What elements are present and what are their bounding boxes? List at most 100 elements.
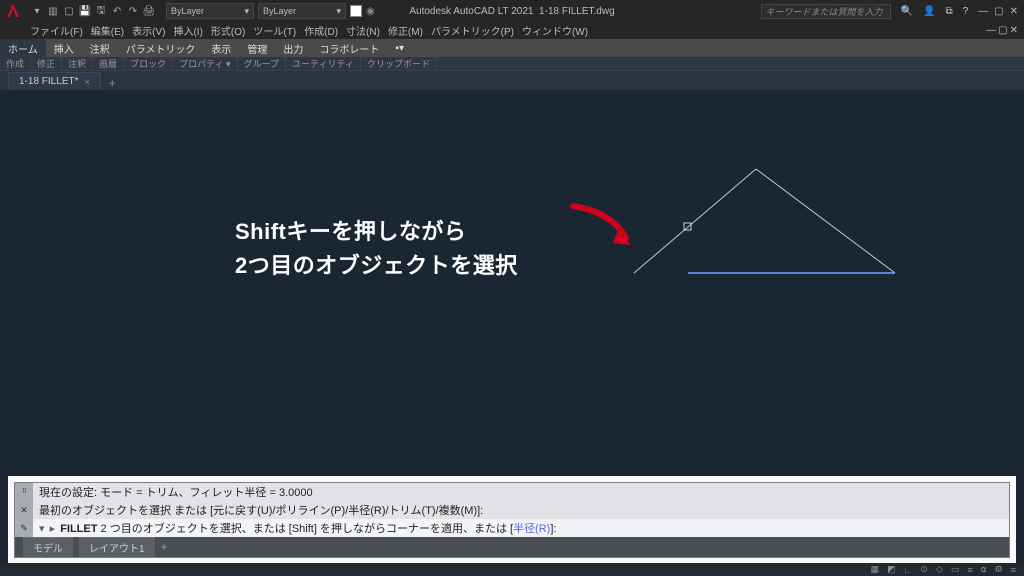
status-gear-icon[interactable]: ⚙ bbox=[995, 564, 1003, 575]
command-prompt-text: 2 つ目のオブジェクトを選択、または [Shift] を押しながらコーナーを適用… bbox=[101, 523, 514, 535]
plot-icon[interactable]: 🖨 bbox=[142, 4, 156, 18]
tab-output[interactable]: 出力 bbox=[275, 39, 311, 57]
menu-file[interactable]: ファイル(F) bbox=[30, 23, 83, 38]
tab-add[interactable]: + bbox=[161, 540, 168, 554]
tab-layout1[interactable]: レイアウト1 bbox=[79, 537, 155, 557]
prompt-chevron-icon: ▾ bbox=[39, 523, 47, 535]
filetab-active[interactable]: 1-18 FILLET* × bbox=[8, 72, 101, 90]
menubar: ファイル(F) 編集(E) 表示(V) 挿入(I) 形式(O) ツール(T) 作… bbox=[0, 22, 1024, 39]
command-prompt[interactable]: ▾ ▸ FILLET 2 つ目のオブジェクトを選択、または [Shift] を押… bbox=[33, 519, 1009, 537]
status-snap-icon[interactable]: ◩ bbox=[887, 564, 896, 575]
tab-collaborate[interactable]: コラボレート bbox=[311, 39, 387, 57]
tab-view[interactable]: 表示 bbox=[203, 39, 239, 57]
menu-modify[interactable]: 修正(M) bbox=[388, 23, 423, 38]
filetab-close-icon[interactable]: × bbox=[84, 77, 89, 87]
command-window: ⠿ 現在の設定: モード = トリム、フィレット半径 = 3.0000 ✕ 最初… bbox=[8, 476, 1016, 564]
search-placeholder: キーワードまたは質問を入力 bbox=[766, 7, 883, 17]
status-polar-icon[interactable]: ⊙ bbox=[920, 564, 928, 575]
tab-parametric[interactable]: パラメトリック bbox=[118, 39, 204, 57]
help-icon[interactable]: ? bbox=[963, 6, 969, 17]
menu-dimension[interactable]: 寸法(N) bbox=[346, 23, 380, 38]
minimize-icon[interactable]: — bbox=[978, 6, 988, 17]
chevron-down-icon: ▾ bbox=[336, 6, 341, 17]
menu-insert[interactable]: 挿入(I) bbox=[173, 23, 202, 38]
command-option[interactable]: 半径(R) bbox=[513, 523, 550, 535]
doc-maximize-icon[interactable]: ▢ bbox=[998, 25, 1007, 36]
app-logo[interactable] bbox=[0, 0, 26, 22]
status-osnap-icon[interactable]: ◇ bbox=[936, 564, 943, 575]
color-swatch[interactable] bbox=[350, 5, 362, 17]
menu-window[interactable]: ウィンドウ(W) bbox=[522, 23, 588, 38]
status-menu-icon[interactable]: ≡ bbox=[1011, 565, 1016, 575]
panel-annotate[interactable]: 注釈 bbox=[68, 57, 93, 70]
status-ortho-icon[interactable]: ∟ bbox=[904, 565, 913, 575]
menu-icon[interactable]: ▾ bbox=[30, 4, 44, 18]
menu-tools[interactable]: ツール(T) bbox=[253, 23, 296, 38]
status-grid-icon[interactable]: ▦ bbox=[871, 564, 880, 575]
ribbon-tabs: ホーム 挿入 注釈 パラメトリック 表示 管理 出力 コラボレート ▪▾ bbox=[0, 39, 1024, 57]
tab-model[interactable]: モデル bbox=[23, 537, 73, 557]
panel-layers[interactable]: 画層 bbox=[99, 57, 124, 70]
tab-more[interactable]: ▪▾ bbox=[387, 39, 412, 57]
command-name: FILLET bbox=[60, 523, 97, 535]
menu-parametric[interactable]: パラメトリック(P) bbox=[431, 23, 514, 38]
tab-insert[interactable]: 挿入 bbox=[46, 39, 82, 57]
menu-edit[interactable]: 編集(E) bbox=[91, 23, 124, 38]
search-input[interactable]: キーワードまたは質問を入力 bbox=[761, 4, 891, 19]
status-lwt-icon[interactable]: ≡ bbox=[967, 565, 972, 575]
status-bar: ▦ ◩ ∟ ⊙ ◇ ▭ ≡ ⍺ ⚙ ≡ bbox=[0, 563, 1024, 576]
menu-draw[interactable]: 作成(D) bbox=[304, 23, 338, 38]
chevron-down-icon: ▾ bbox=[244, 6, 249, 17]
instruction-line2: 2つ目のオブジェクトを選択 bbox=[235, 249, 518, 283]
drawing-geometry[interactable] bbox=[600, 165, 920, 295]
panel-modify[interactable]: 修正 bbox=[37, 57, 62, 70]
status-annoscale-icon[interactable]: ⍺ bbox=[981, 564, 987, 575]
menu-view[interactable]: 表示(V) bbox=[132, 23, 165, 38]
layer-control: ByLayer ▾ ByLayer ▾ ◉ bbox=[166, 3, 375, 19]
panel-groups[interactable]: グループ bbox=[244, 57, 286, 70]
panel-draw[interactable]: 作成 bbox=[6, 57, 31, 70]
share-icon[interactable]: ⧉ bbox=[945, 6, 952, 17]
close-icon[interactable]: ✕ bbox=[1010, 6, 1018, 17]
command-history-line: 最初のオブジェクトを選択 または [元に戻す(U)/ポリライン(P)/半径(R)… bbox=[33, 501, 1009, 519]
tab-home[interactable]: ホーム bbox=[0, 39, 46, 57]
saveas-icon[interactable]: 🖫 bbox=[94, 4, 108, 18]
menu-format[interactable]: 形式(O) bbox=[211, 23, 245, 38]
filetab-add[interactable]: + bbox=[101, 76, 124, 90]
ribbon-panels: 作成 修正 注釈 画層 ブロック プロパティ ▾ グループ ユーティリティ クリ… bbox=[0, 57, 1024, 71]
layer-dropdown[interactable]: ByLayer ▾ bbox=[166, 3, 254, 19]
redo-icon[interactable]: ↷ bbox=[126, 4, 140, 18]
panel-utilities[interactable]: ユーティリティ bbox=[292, 57, 361, 70]
customize-icon[interactable]: ✎ bbox=[20, 523, 28, 534]
layout-tabs: モデル レイアウト1 + bbox=[15, 537, 1009, 557]
undo-icon[interactable]: ↶ bbox=[110, 4, 124, 18]
instruction-overlay: Shiftキーを押しながら 2つ目のオブジェクトを選択 bbox=[235, 215, 518, 283]
maximize-icon[interactable]: ▢ bbox=[994, 6, 1003, 17]
doc-minimize-icon[interactable]: — bbox=[986, 25, 996, 36]
layer-current: ByLayer bbox=[171, 6, 204, 16]
linetype-dropdown[interactable]: ByLayer ▾ bbox=[258, 3, 346, 19]
filetabs: 1-18 FILLET* × + bbox=[0, 71, 1024, 90]
panel-properties[interactable]: プロパティ ▾ bbox=[179, 57, 237, 70]
panel-clipboard[interactable]: クリップボード bbox=[367, 57, 437, 70]
color-wheel-icon[interactable]: ◉ bbox=[366, 6, 375, 17]
filetab-name: 1-18 FILLET* bbox=[19, 76, 78, 87]
panel-block[interactable]: ブロック bbox=[130, 57, 173, 70]
doc-close-icon[interactable]: ✕ bbox=[1010, 25, 1018, 36]
close-icon[interactable]: ✕ bbox=[20, 505, 28, 516]
titlebar: ▾ ▥ ▢ 💾 🖫 ↶ ↷ 🖨 ByLayer ▾ ByLayer ▾ ◉ Au… bbox=[0, 0, 1024, 22]
signin-icon[interactable]: 👤 bbox=[923, 6, 935, 17]
prompt-caret-icon: ▸ bbox=[50, 523, 58, 535]
save-icon[interactable]: 💾 bbox=[78, 4, 92, 18]
tab-manage[interactable]: 管理 bbox=[239, 39, 275, 57]
tab-annotate[interactable]: 注釈 bbox=[82, 39, 118, 57]
app-name: Autodesk AutoCAD LT 2021 bbox=[409, 6, 533, 17]
quick-access-toolbar: ▾ ▥ ▢ 💾 🖫 ↶ ↷ 🖨 bbox=[26, 4, 160, 18]
open-icon[interactable]: ▢ bbox=[62, 4, 76, 18]
command-prompt-end: ]: bbox=[550, 523, 556, 535]
titlebar-title: Autodesk AutoCAD LT 2021 1-18 FILLET.dwg bbox=[409, 6, 614, 17]
search-icon[interactable]: 🔍 bbox=[901, 6, 913, 17]
command-history-line: 現在の設定: モード = トリム、フィレット半径 = 3.0000 bbox=[33, 483, 1009, 501]
status-dyn-icon[interactable]: ▭ bbox=[951, 564, 960, 575]
new-icon[interactable]: ▥ bbox=[46, 4, 60, 18]
